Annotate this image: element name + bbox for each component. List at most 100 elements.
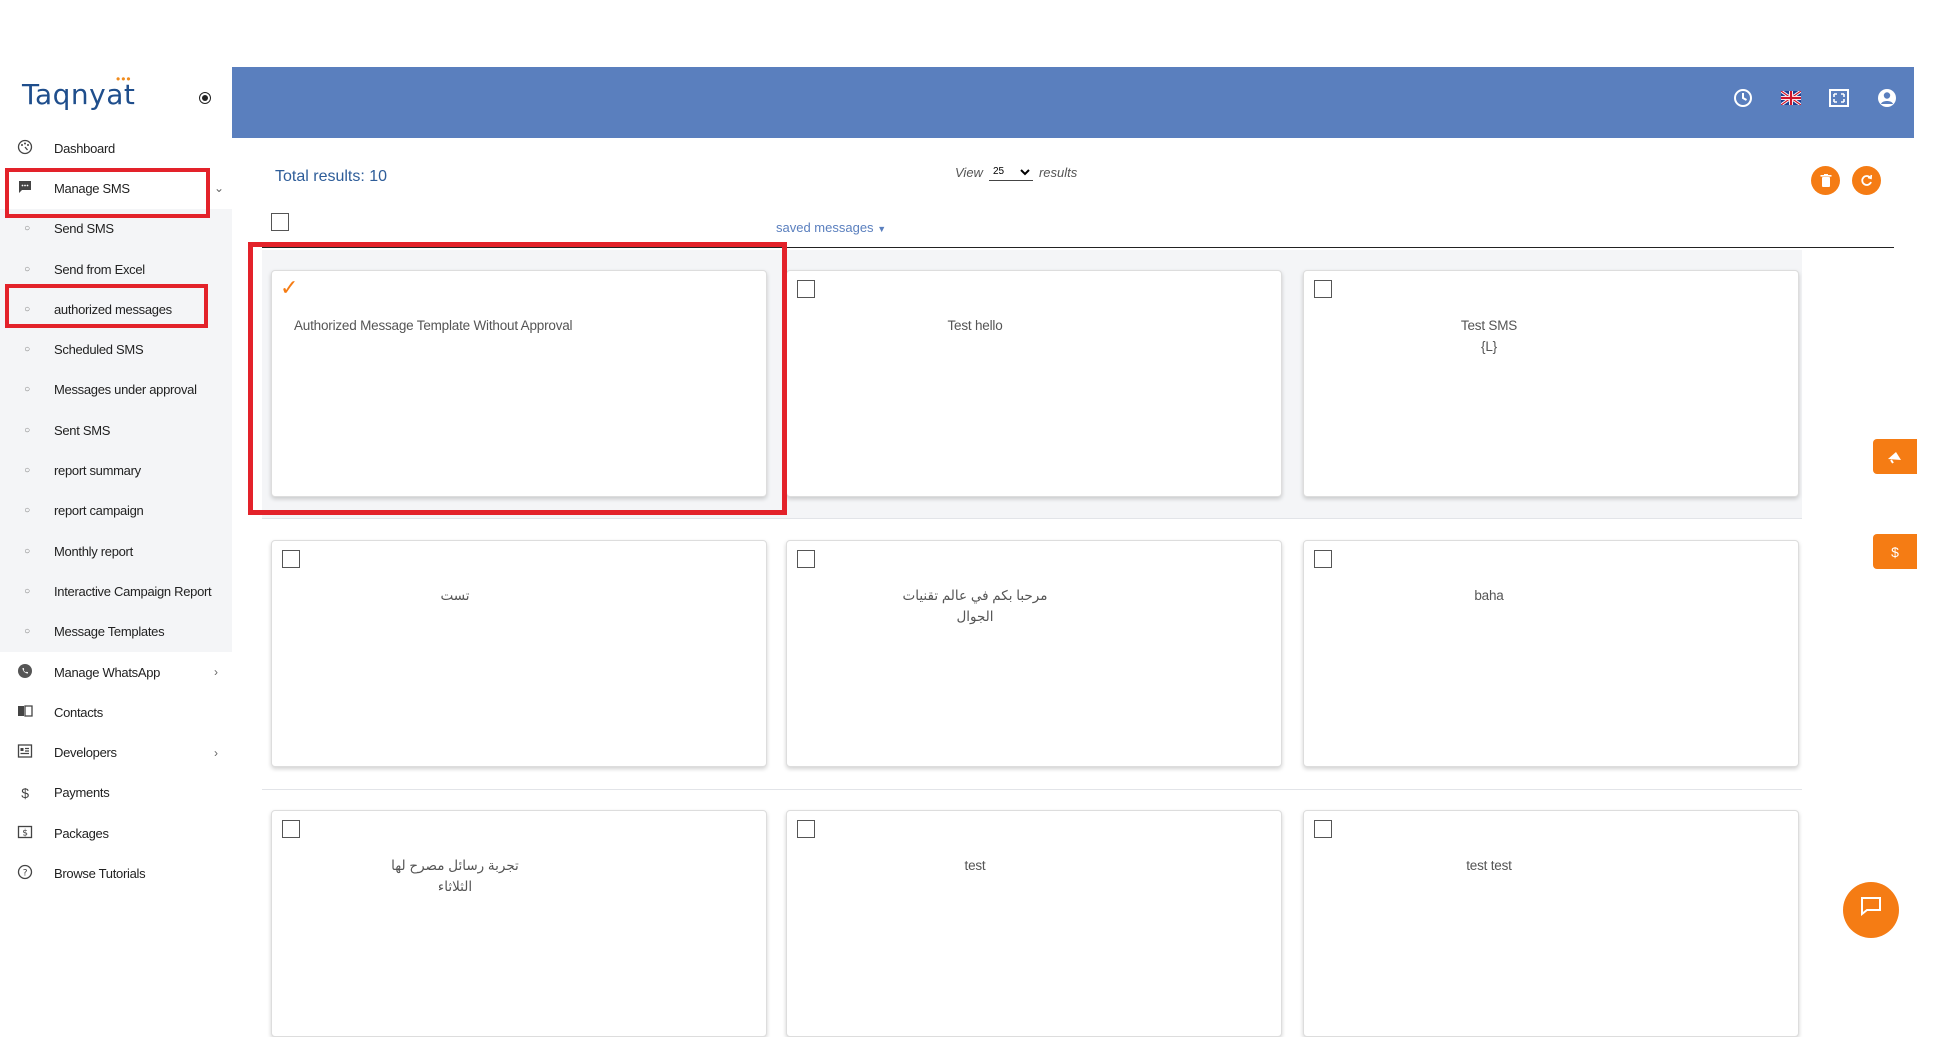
sidebar-item-dashboard[interactable]: Dashboard — [0, 128, 232, 168]
row-separator — [262, 518, 1802, 519]
sidebar-item-label: Send SMS — [54, 221, 114, 237]
sidebar-item-label: Message Templates — [54, 624, 165, 640]
card-checkbox[interactable] — [797, 280, 815, 298]
card-checkbox[interactable] — [1314, 820, 1332, 838]
sidebar-item-label: Monthly report — [54, 543, 133, 559]
dollar-icon: $ — [1891, 543, 1899, 560]
sidebar-item-label: Sent SMS — [54, 422, 111, 438]
top-header — [232, 67, 1914, 138]
sidebar-item-label: report summary — [54, 463, 141, 479]
trash-icon — [1820, 174, 1831, 187]
clock-icon[interactable] — [1731, 86, 1755, 110]
circle-icon: ○ — [24, 545, 30, 557]
circle-icon: ○ — [24, 263, 30, 275]
message-text: test test — [1466, 858, 1512, 873]
saved-messages-tab[interactable]: saved messages ▼ — [776, 220, 886, 235]
sidebar-item-label: Browse Tutorials — [54, 865, 146, 881]
circle-icon: ○ — [24, 505, 30, 517]
sidebar-item-label: Contacts — [54, 704, 103, 720]
sidebar-item-label: Manage WhatsApp — [54, 664, 161, 680]
sidebar-item-sent-sms[interactable]: ○ Sent SMS — [0, 410, 232, 450]
fullscreen-icon[interactable] — [1827, 86, 1851, 110]
card-checkbox[interactable] — [282, 550, 300, 568]
whatsapp-icon — [16, 663, 34, 682]
message-text: Test SMS {L} — [1460, 318, 1518, 354]
message-text: Test hello — [947, 318, 1003, 333]
card-checkbox[interactable] — [282, 820, 300, 838]
circle-icon: ○ — [24, 223, 30, 235]
sidebar-item-developers[interactable]: Developers › — [0, 732, 232, 772]
sidebar-item-label: Dashboard — [54, 140, 115, 156]
help-icon: ? — [16, 864, 34, 883]
sidebar-item-payments[interactable]: $ Payments — [0, 773, 232, 813]
highlight-first-card — [248, 242, 787, 515]
message-card[interactable]: Test SMS {L} — [1303, 270, 1799, 497]
select-all-checkbox[interactable] — [271, 213, 289, 231]
sidebar-item-messages-under-approval[interactable]: ○ Messages under approval — [0, 370, 232, 410]
message-card[interactable]: تست — [271, 540, 767, 767]
sidebar-item-report-summary[interactable]: ○ report summary — [0, 450, 232, 490]
message-card[interactable]: baha — [1303, 540, 1799, 767]
view-label: View — [955, 164, 983, 180]
circle-icon: ○ — [24, 384, 30, 396]
sidebar-item-label: Scheduled SMS — [54, 342, 144, 358]
sidebar-item-packages[interactable]: $ Packages — [0, 813, 232, 853]
sidebar-item-monthly-report[interactable]: ○ Monthly report — [0, 531, 232, 571]
total-results: Total results: 10 — [275, 168, 388, 185]
circle-icon: ○ — [24, 424, 30, 436]
sidebar-item-label: report campaign — [54, 503, 144, 519]
uk-flag-icon[interactable] — [1779, 86, 1803, 110]
caret-down-icon: ▼ — [877, 224, 887, 234]
card-checkbox[interactable] — [797, 550, 815, 568]
chat-icon — [1861, 897, 1881, 916]
row-separator — [262, 789, 1802, 790]
chat-button[interactable] — [1843, 882, 1899, 938]
refresh-button[interactable] — [1852, 166, 1881, 195]
megaphone-icon — [1888, 451, 1901, 464]
highlight-manage-sms — [5, 168, 210, 218]
circle-icon: ○ — [24, 344, 30, 356]
sidebar-item-message-templates[interactable]: ○ Message Templates — [0, 612, 232, 652]
message-card[interactable]: test test — [1303, 810, 1799, 1037]
svg-text:$: $ — [22, 828, 27, 838]
message-card[interactable]: مرحبا بكم في عالم تقنيات الجوال — [786, 540, 1282, 767]
sidebar-toggle-icon[interactable] — [199, 92, 211, 104]
manage-sms-submenu: ○ Send SMS ○ Send from Excel ○ authorized m… — [0, 208, 232, 652]
page-size-select[interactable]: 25 — [988, 163, 1033, 181]
message-text: baha — [1474, 588, 1504, 603]
sidebar-item-report-campaign[interactable]: ○ report campaign — [0, 491, 232, 531]
message-card[interactable]: تجربة رسائل مصرح لها الثلاثاء — [271, 810, 767, 1037]
side-tab-announcements[interactable] — [1873, 439, 1917, 474]
sidebar-item-label: Send from Excel — [54, 261, 145, 277]
packages-icon: $ — [16, 824, 34, 843]
message-text: test — [964, 858, 986, 873]
card-checkbox[interactable] — [1314, 550, 1332, 568]
sidebar-item-manage-whatsapp[interactable]: Manage WhatsApp › — [0, 652, 232, 692]
delete-button[interactable] — [1811, 166, 1840, 195]
svg-text:?: ? — [23, 868, 28, 878]
dollar-icon: $ — [21, 784, 29, 801]
sidebar-item-label: Packages — [54, 825, 109, 841]
logo-dots: ••• — [116, 72, 132, 86]
sidebar-item-contacts[interactable]: Contacts — [0, 692, 232, 732]
circle-icon: ○ — [24, 585, 30, 597]
side-tab-pricing[interactable]: $ — [1873, 534, 1917, 569]
sidebar-item-interactive-campaign-report[interactable]: ○ Interactive Campaign Report — [0, 571, 232, 611]
chevron-right-icon: › — [214, 745, 218, 760]
sidebar-item-label: Payments — [54, 785, 110, 801]
sidebar-item-label: Messages under approval — [54, 382, 197, 398]
message-card[interactable]: Test hello — [786, 270, 1282, 497]
sidebar-item-scheduled-sms[interactable]: ○ Scheduled SMS — [0, 329, 232, 369]
user-icon[interactable] — [1875, 86, 1899, 110]
sidebar-item-browse-tutorials[interactable]: ? Browse Tutorials — [0, 853, 232, 893]
highlight-authorized-messages — [5, 284, 208, 328]
card-checkbox[interactable] — [1314, 280, 1332, 298]
card-checkbox[interactable] — [797, 820, 815, 838]
message-text: مرحبا بكم في عالم تقنيات الجوال — [902, 588, 1048, 624]
refresh-icon — [1861, 174, 1873, 186]
chevron-down-icon: ⌄ — [214, 181, 224, 196]
saved-messages-label: saved messages — [776, 220, 874, 235]
message-card[interactable]: test — [786, 810, 1282, 1037]
results-label: results — [1038, 164, 1078, 180]
sidebar-item-label: Developers — [54, 745, 117, 761]
